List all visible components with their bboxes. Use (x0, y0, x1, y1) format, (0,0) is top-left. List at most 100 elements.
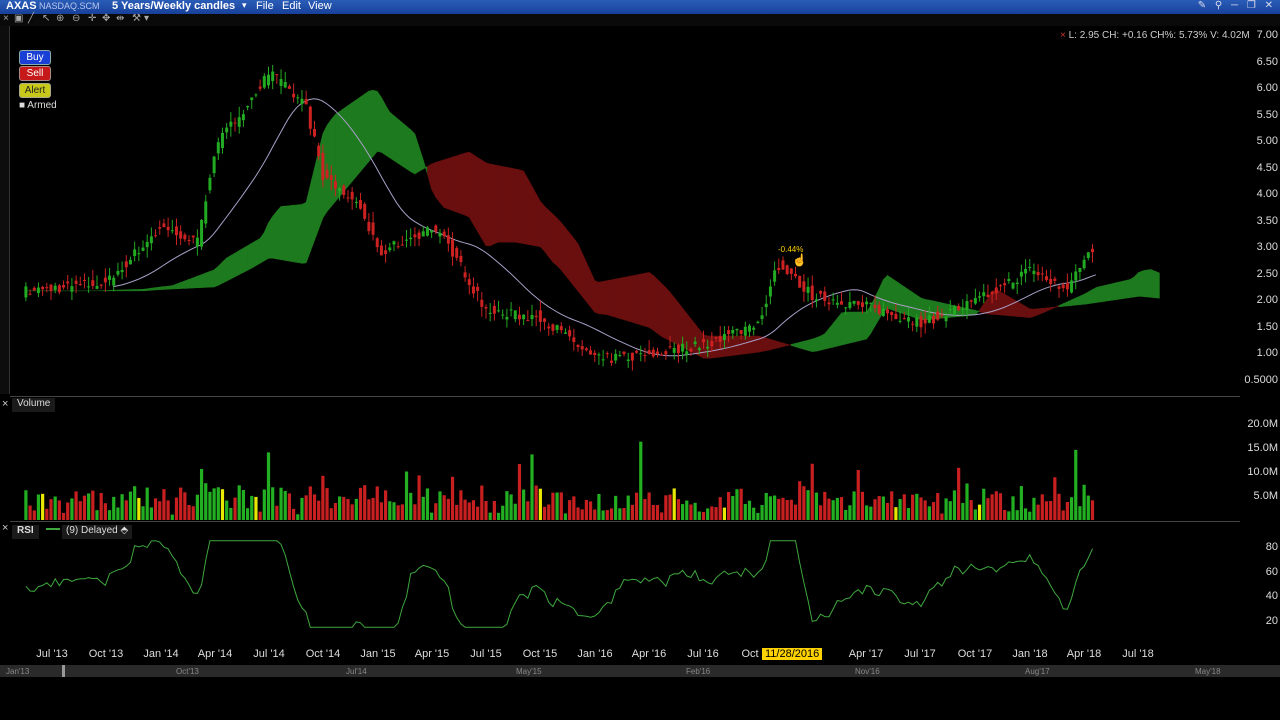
candle-body (24, 286, 28, 298)
rsi-tick-label: 80 (1265, 541, 1278, 553)
candle-body (1074, 271, 1078, 281)
candle-body (49, 284, 53, 292)
volume-bar (1053, 477, 1057, 520)
volume-bar (283, 490, 287, 520)
candle-body (492, 305, 496, 314)
ichimoku-cloud-segment (803, 339, 809, 351)
close-volume-panel-icon[interactable]: × (2, 398, 8, 410)
time-tick-label: Jul '17 (904, 648, 936, 660)
candle-body (647, 350, 651, 355)
volume-bar (697, 511, 701, 520)
rsi-settings-icon[interactable]: ⬘ (120, 525, 128, 536)
ichimoku-cloud-segment (811, 337, 817, 352)
ichimoku-cloud-segment (1004, 293, 1010, 317)
time-scrollbar[interactable]: Jan'13 Oct'13 Jul'14 May'15 Feb'16 Nov'16 Aug'… (0, 665, 1280, 677)
ichimoku-cloud-segment (979, 303, 985, 314)
volume-bar (768, 496, 773, 520)
ichimoku-cloud-segment (284, 205, 290, 262)
volume-bar (973, 509, 977, 520)
ichimoku-cloud-segment (782, 342, 788, 347)
candle-body (379, 245, 383, 256)
candle-body (438, 232, 442, 237)
volume-bar (810, 463, 814, 520)
ichimoku-cloud-segment (761, 336, 767, 352)
candle-body (576, 344, 580, 348)
armed-checkbox[interactable]: ■ Armed (19, 100, 57, 111)
candle-body (371, 222, 375, 235)
volume-bar (664, 495, 668, 520)
ichimoku-cloud-segment (1113, 282, 1118, 301)
chart-canvas[interactable] (0, 0, 1280, 720)
cursor-date-label: 11/28/2016 (762, 648, 823, 660)
close-rsi-panel-icon[interactable]: × (2, 522, 8, 534)
volume-bar (170, 514, 174, 520)
price-tick-label: 7.00 (1256, 29, 1278, 41)
volume-bar (643, 499, 647, 520)
volume-bar (99, 493, 103, 520)
volume-bar (275, 505, 279, 520)
candle-body (563, 332, 567, 334)
volume-bar (317, 500, 321, 520)
price-volume-divider[interactable] (10, 396, 1240, 397)
ichimoku-cloud-segment (201, 272, 207, 288)
candle-body (798, 275, 802, 288)
time-tick-label: Apr '16 (631, 648, 667, 660)
volume-bar (793, 504, 798, 520)
volume-bar (371, 497, 375, 520)
candle-body (865, 301, 869, 305)
ichimoku-cloud-segment (1054, 305, 1060, 308)
candle-body (911, 323, 915, 325)
ichimoku-cloud-segment (849, 311, 855, 344)
volume-bar (45, 508, 49, 520)
candle-body (731, 329, 735, 334)
time-tick-label: Oct (741, 648, 759, 660)
buy-button[interactable]: Buy (19, 50, 51, 65)
ichimoku-cloud-segment (422, 159, 428, 175)
volume-bar (785, 500, 789, 520)
candle-body (551, 324, 555, 331)
ichimoku-cloud-segment (222, 257, 227, 284)
candle-body (233, 122, 237, 124)
volume-bar (848, 505, 852, 520)
volume-bar (1023, 508, 1028, 520)
candle-body (881, 309, 885, 316)
ichimoku-cloud-segment (243, 245, 248, 273)
ichimoku-cloud-segment (125, 289, 131, 292)
candle-body (262, 76, 266, 88)
ichimoku-cloud-segment (1129, 276, 1135, 298)
ichimoku-cloud-segment (653, 274, 658, 334)
candle-body (1032, 270, 1036, 275)
sell-button[interactable]: Sell (19, 66, 51, 81)
ichimoku-cloud-segment (502, 166, 508, 243)
close-info-icon[interactable]: × (1060, 30, 1066, 41)
volume-bar (308, 486, 312, 520)
volume-bar (484, 500, 488, 520)
candle-body (664, 351, 668, 355)
candle-body (308, 106, 312, 129)
ichimoku-cloud-segment (456, 154, 462, 215)
volume-bar (174, 497, 179, 520)
ichimoku-cloud-segment (770, 338, 775, 351)
ichimoku-cloud-segment (1100, 284, 1106, 303)
candle-body (1019, 271, 1023, 277)
candle-body (1015, 282, 1019, 285)
candle-body (425, 227, 429, 236)
ichimoku-cloud-segment (218, 261, 223, 286)
ichimoku-cloud-segment (690, 317, 696, 355)
ichimoku-cloud-segment (581, 253, 587, 303)
ichimoku-cloud-segment (828, 322, 834, 349)
alert-button[interactable]: Alert (19, 83, 51, 98)
volume-bar (547, 504, 551, 520)
time-tick-label: Jul '14 (253, 648, 285, 660)
rsi-legend[interactable]: (9) Delayed ⬘ (62, 525, 133, 539)
volume-bar (898, 499, 902, 520)
volume-bar (480, 485, 484, 520)
volume-bar (145, 487, 149, 520)
volume-bar (158, 501, 162, 520)
candle-body (137, 253, 141, 255)
scrollbar-handle[interactable] (62, 665, 65, 677)
volume-bar (551, 492, 555, 520)
volume-rsi-divider[interactable] (10, 521, 1240, 522)
ichimoku-cloud-segment (276, 205, 282, 261)
candle-body (1070, 280, 1074, 293)
